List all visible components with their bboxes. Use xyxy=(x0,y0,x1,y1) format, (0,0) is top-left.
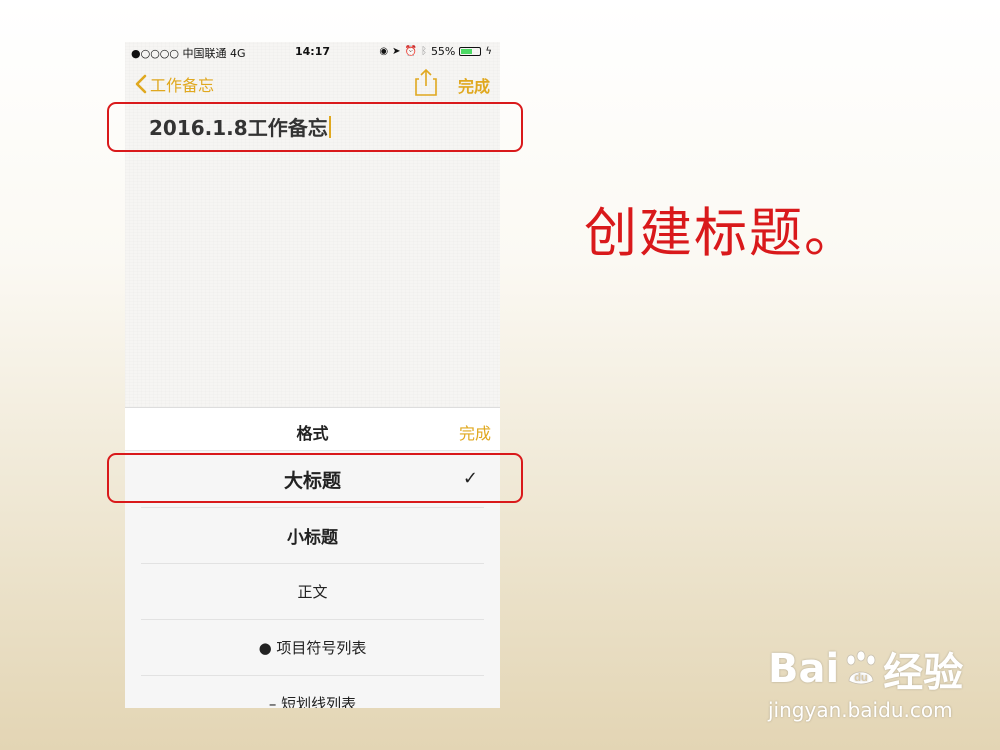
phone-screen: ●○○○○ 中国联通 4G 14:17 ◉ ➤ ⏰ ᛒ 55% ϟ 工作备忘 完… xyxy=(125,42,500,708)
chevron-left-icon xyxy=(135,74,147,94)
share-button[interactable] xyxy=(415,68,437,100)
text-cursor xyxy=(328,115,331,138)
back-label: 工作备忘 xyxy=(150,76,215,95)
format-done-button[interactable]: 完成 xyxy=(459,420,491,444)
format-option-label: 大标题 xyxy=(283,469,341,492)
format-option-dashed-list[interactable]: – 短划线列表 xyxy=(141,675,484,709)
format-option-label: ● 项目符号列表 xyxy=(258,638,367,657)
format-option-body[interactable]: 正文 xyxy=(141,563,484,620)
format-sheet-header: 格式 完成 xyxy=(125,407,500,451)
format-sheet-title: 格式 xyxy=(296,424,329,443)
alarm-icon: ⏰ xyxy=(404,46,417,57)
checkmark-icon: ✓ xyxy=(462,468,478,489)
baidu-logo: Bai du 经验 xyxy=(768,640,963,698)
battery-icon xyxy=(459,47,482,56)
charging-icon: ϟ xyxy=(485,46,492,57)
done-button[interactable]: 完成 xyxy=(458,73,490,97)
watermark-url: jingyan.baidu.com xyxy=(768,698,953,722)
baidu-watermark: Bai du 经验 jingyan.baidu.com xyxy=(768,640,978,730)
navigation-bar: 工作备忘 完成 xyxy=(125,68,500,100)
format-option-title[interactable]: 大标题 ✓ xyxy=(141,451,484,508)
format-option-label: 小标题 xyxy=(287,527,338,548)
note-title-text: 2016.1.8工作备忘 xyxy=(149,116,328,140)
battery-percent: 55% xyxy=(430,45,456,58)
format-option-heading[interactable]: 小标题 xyxy=(141,507,484,564)
back-button[interactable]: 工作备忘 xyxy=(135,72,214,96)
share-icon xyxy=(415,68,437,96)
status-icons: ◉ ➤ ⏰ ᛒ 55% ϟ xyxy=(379,45,492,58)
status-bar: ●○○○○ 中国联通 4G 14:17 ◉ ➤ ⏰ ᛒ 55% ϟ xyxy=(125,42,500,62)
location-icon: ➤ xyxy=(392,46,401,57)
svg-text:du: du xyxy=(854,672,867,684)
baidu-logo-text: Bai xyxy=(768,646,840,692)
format-option-label: – 短划线列表 xyxy=(268,694,357,709)
format-option-label: 正文 xyxy=(297,582,328,601)
rotation-lock-icon: ◉ xyxy=(379,46,389,57)
baidu-jingyan-text: 经验 xyxy=(883,650,964,696)
format-option-bulleted-list[interactable]: ● 项目符号列表 xyxy=(141,619,484,676)
bluetooth-icon: ᛒ xyxy=(420,46,427,57)
paw-icon: du xyxy=(841,649,881,689)
format-sheet: 格式 完成 大标题 ✓ 小标题 正文 ● 项目符号列表 – 短划线列表 xyxy=(125,407,500,708)
instruction-caption: 创建标题。 xyxy=(584,203,859,264)
note-title-field[interactable]: 2016.1.8工作备忘 xyxy=(149,112,331,141)
